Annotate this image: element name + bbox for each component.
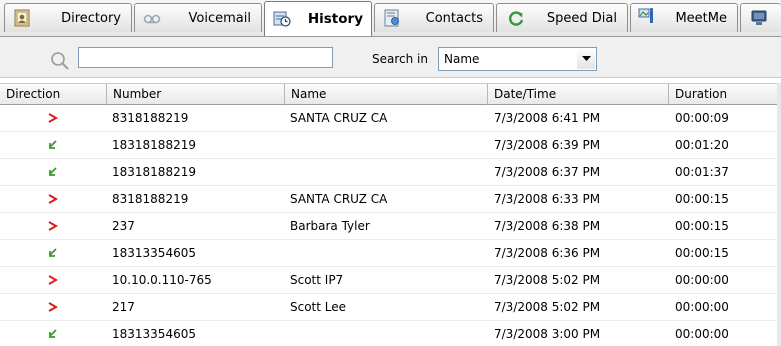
tab-meetme[interactable]: MeetMe (630, 3, 738, 32)
tab-contacts[interactable]: Contacts (374, 3, 494, 32)
cell-number: 217 (112, 300, 135, 314)
cell-number: 18313354605 (112, 246, 196, 260)
cell-name: Barbara Tyler (290, 219, 370, 233)
contacts-icon (384, 9, 399, 27)
outgoing-call-icon (47, 301, 59, 313)
call-history-table: Direction Number Name Date/Time Duration… (0, 83, 781, 346)
column-duration[interactable]: Duration (669, 84, 781, 105)
tab-voicemail[interactable]: Voicemail (134, 3, 262, 32)
tab-history[interactable]: History (264, 1, 372, 36)
outgoing-call-icon (47, 112, 59, 124)
call-history-window: Directory Voicemail History Contacts Spe… (0, 0, 781, 346)
cell-duration: 00:00:15 (675, 246, 729, 260)
cell-datetime: 7/3/2008 6:38 PM (494, 219, 601, 233)
cell-duration: 00:00:15 (675, 192, 729, 206)
cell-duration: 00:01:20 (675, 138, 729, 152)
meetme-icon (638, 7, 654, 23)
directory-icon (14, 9, 30, 27)
table-header: Direction Number Name Date/Time Duration (0, 83, 781, 105)
cell-number: 18318188219 (112, 138, 196, 152)
cell-datetime: 7/3/2008 6:39 PM (494, 138, 601, 152)
voicemail-icon (143, 14, 161, 24)
cell-duration: 00:00:09 (675, 111, 729, 125)
outgoing-call-icon (47, 220, 59, 232)
table-row[interactable]: 18313354605 7/3/2008 6:36 PM 00:00:15 (0, 240, 781, 267)
incoming-call-icon (47, 166, 59, 178)
cell-datetime: 7/3/2008 6:41 PM (494, 111, 601, 125)
cell-number: 8318188219 (112, 111, 189, 125)
table-row[interactable]: 237 Barbara Tyler 7/3/2008 6:38 PM 00:00… (0, 213, 781, 240)
cell-datetime: 7/3/2008 5:02 PM (494, 300, 601, 314)
tab-label: Speed Dial (546, 11, 617, 26)
incoming-call-icon (47, 328, 59, 340)
table-row[interactable]: 18318188219 7/3/2008 6:39 PM 00:01:20 (0, 132, 781, 159)
column-name[interactable]: Name (285, 84, 488, 105)
cell-name: SANTA CRUZ CA (290, 111, 388, 125)
tab-directory[interactable]: Directory (4, 3, 132, 32)
search-in-label: Search in (372, 52, 428, 66)
search-input[interactable] (78, 47, 333, 68)
column-number[interactable]: Number (107, 84, 285, 105)
table-row[interactable]: 18318188219 7/3/2008 6:37 PM 00:01:37 (0, 159, 781, 186)
incoming-call-icon (47, 139, 59, 151)
cell-name: SANTA CRUZ CA (290, 192, 388, 206)
tab-speed-dial[interactable]: Speed Dial (496, 3, 628, 32)
cell-duration: 00:00:00 (675, 273, 729, 287)
tab-label: History (307, 11, 363, 27)
cell-datetime: 7/3/2008 5:02 PM (494, 273, 601, 287)
cell-number: 18318188219 (112, 165, 196, 179)
cell-duration: 00:01:37 (675, 165, 729, 179)
cell-datetime: 7/3/2008 3:00 PM (494, 327, 601, 341)
table-row[interactable]: 8318188219 SANTA CRUZ CA 7/3/2008 6:41 P… (0, 105, 781, 132)
cell-duration: 00:00:15 (675, 219, 729, 233)
tab-bar: Directory Voicemail History Contacts Spe… (0, 0, 781, 37)
table-row[interactable]: 217 Scott Lee 7/3/2008 5:02 PM 00:00:00 (0, 294, 781, 321)
table-row[interactable]: 8318188219 SANTA CRUZ CA 7/3/2008 6:33 P… (0, 186, 781, 213)
monitor-icon (751, 10, 767, 25)
scrollbar[interactable] (777, 83, 781, 346)
incoming-call-icon (47, 247, 59, 259)
tab-overflow[interactable] (740, 3, 781, 32)
cell-number: 10.10.0.110-765 (112, 273, 212, 287)
dropdown-arrow-icon[interactable] (577, 49, 595, 69)
search-in-dropdown[interactable]: Name (438, 47, 597, 71)
table-row[interactable]: 18313354605 7/3/2008 3:00 PM 00:00:00 (0, 321, 781, 346)
tab-label: Contacts (425, 11, 483, 26)
cell-datetime: 7/3/2008 6:33 PM (494, 192, 601, 206)
tab-label: Voicemail (188, 11, 251, 26)
tab-label: MeetMe (675, 11, 727, 26)
search-icon[interactable] (49, 50, 71, 72)
cell-duration: 00:00:00 (675, 327, 729, 341)
cell-number: 18313354605 (112, 327, 196, 341)
cell-name: Scott IP7 (290, 273, 344, 287)
cell-duration: 00:00:00 (675, 300, 729, 314)
column-direction[interactable]: Direction (0, 84, 107, 105)
cell-datetime: 7/3/2008 6:37 PM (494, 165, 601, 179)
search-in-value: Name (444, 52, 480, 66)
cell-number: 8318188219 (112, 192, 189, 206)
tab-label: Directory (61, 11, 121, 26)
column-datetime[interactable]: Date/Time (488, 84, 669, 105)
table-row[interactable]: 10.10.0.110-765 Scott IP7 7/3/2008 5:02 … (0, 267, 781, 294)
history-icon (273, 11, 291, 27)
speed-dial-icon (509, 11, 524, 26)
cell-datetime: 7/3/2008 6:36 PM (494, 246, 601, 260)
cell-name: Scott Lee (290, 300, 347, 314)
outgoing-call-icon (47, 274, 59, 286)
cell-number: 237 (112, 219, 135, 233)
outgoing-call-icon (47, 193, 59, 205)
